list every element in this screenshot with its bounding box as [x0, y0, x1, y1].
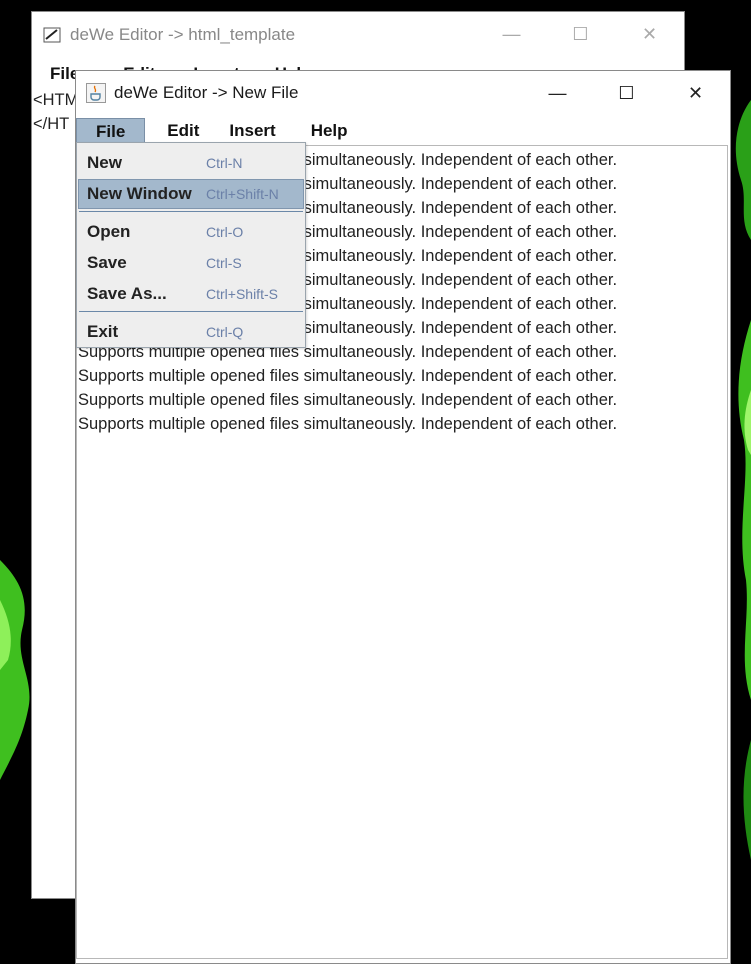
menu-item-shortcut: Ctrl-N	[206, 155, 243, 171]
menu-help[interactable]: Help	[292, 118, 367, 144]
menu-separator	[79, 311, 303, 312]
menu-insert[interactable]: Insert	[209, 118, 291, 144]
text-line: Supports multiple opened files simultane…	[78, 415, 618, 433]
menu-item-new[interactable]: New Ctrl-N	[78, 148, 304, 178]
menu-item-label: Exit	[87, 322, 119, 341]
menu-item-label: Save As...	[87, 284, 167, 303]
menu-item-shortcut: Ctrl+Shift-S	[206, 286, 278, 302]
menu-separator	[79, 211, 303, 212]
menu-item-open[interactable]: Open Ctrl-O	[78, 217, 304, 247]
back-minimize-button[interactable]: —	[477, 12, 546, 56]
back-close-button[interactable]: ✕	[615, 12, 684, 56]
back-title-bar[interactable]: deWe Editor -> html_template — ☐ ✕	[32, 12, 684, 58]
menu-item-shortcut: Ctrl+Shift-N	[206, 186, 279, 202]
menu-item-new-window[interactable]: New Window Ctrl+Shift-N	[78, 179, 304, 209]
menu-file[interactable]: File	[76, 118, 146, 144]
text-line: Supports multiple opened files simultane…	[78, 391, 618, 409]
close-button[interactable]: ✕	[661, 71, 730, 115]
menu-item-save-as[interactable]: Save As... Ctrl+Shift-S	[78, 279, 304, 309]
menu-item-label: Save	[87, 253, 127, 272]
text-line: Supports multiple opened files simultane…	[78, 367, 618, 385]
front-menu-bar: File Edit Insert Help	[76, 117, 730, 145]
menu-item-shortcut: Ctrl-O	[206, 224, 244, 240]
menu-item-label: New	[87, 153, 122, 172]
java-cup-icon	[86, 83, 106, 103]
back-window-title: deWe Editor -> html_template	[70, 25, 296, 44]
menu-item-label: Open	[87, 222, 131, 241]
menu-item-shortcut: Ctrl-Q	[206, 324, 244, 340]
file-menu-dropdown: New Ctrl-N New Window Ctrl+Shift-N Open …	[76, 142, 306, 348]
menu-item-save[interactable]: Save Ctrl-S	[78, 248, 304, 278]
maximize-button[interactable]: ☐	[592, 71, 661, 115]
menu-item-shortcut: Ctrl-S	[206, 255, 242, 271]
front-title-bar[interactable]: deWe Editor -> New File — ☐ ✕	[76, 71, 730, 115]
minimize-button[interactable]: —	[523, 71, 592, 115]
menu-item-label: New Window	[87, 184, 192, 203]
front-window-title: deWe Editor -> New File	[114, 83, 299, 102]
pen-icon	[42, 25, 62, 45]
back-maximize-button[interactable]: ☐	[546, 12, 615, 56]
menu-edit[interactable]: Edit	[145, 118, 209, 144]
menu-item-exit[interactable]: Exit Ctrl-Q	[78, 317, 304, 347]
